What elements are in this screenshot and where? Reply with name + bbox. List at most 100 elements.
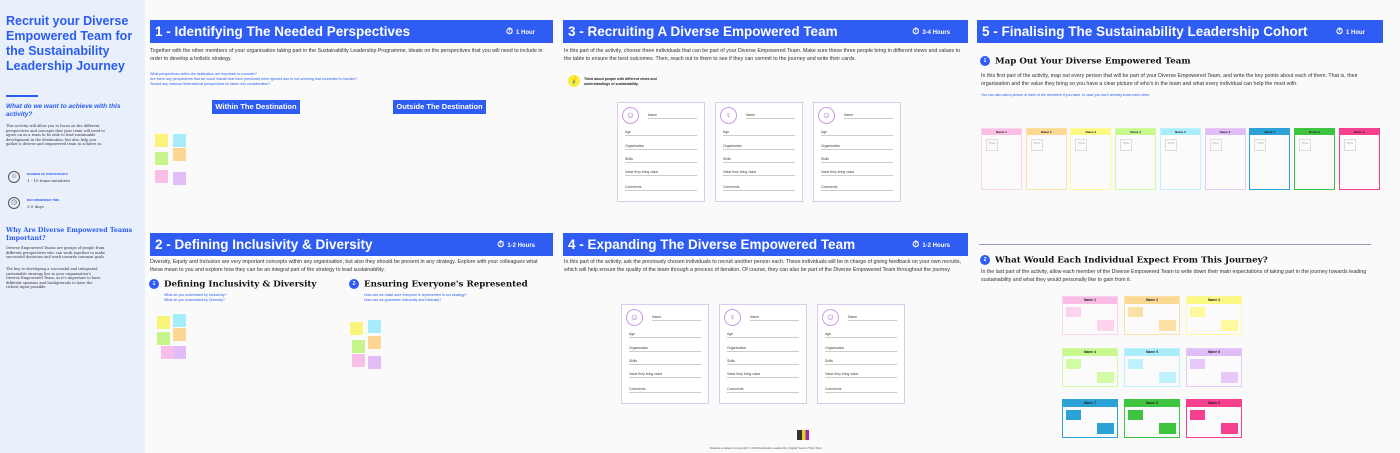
card-field-value[interactable]: Value they bring value [821, 170, 893, 176]
sticky-note[interactable] [173, 314, 186, 327]
sticky-note[interactable] [1221, 371, 1238, 383]
sticky-note[interactable] [1066, 410, 1081, 420]
sticky-note[interactable] [368, 320, 381, 333]
sticky-note[interactable] [1097, 320, 1114, 331]
card-field-value[interactable]: Value they bring value [723, 170, 795, 176]
profile-card[interactable]: ♀ Name Age Organisation Skills Value they bri… [715, 102, 803, 202]
member-card[interactable]: Name 7 Photo [1249, 128, 1291, 190]
sticky-note[interactable] [155, 170, 168, 183]
card-field-age[interactable]: Age [821, 130, 893, 136]
card-field-age[interactable]: Age [727, 332, 799, 338]
sticky-note[interactable] [350, 322, 363, 335]
sticky-note[interactable] [173, 346, 186, 359]
card-field-comments[interactable]: Comments [629, 387, 701, 393]
photo-placeholder[interactable]: Photo [986, 139, 998, 151]
sticky-note[interactable] [1159, 423, 1176, 434]
member-card[interactable]: Name 1 Photo [981, 128, 1022, 190]
card-field-name[interactable]: Name [844, 113, 893, 119]
profile-card[interactable]: ♀ Name Age Organisation Skills Value they bri… [719, 304, 807, 404]
photo-placeholder[interactable]: Photo [1030, 139, 1043, 151]
member-card[interactable]: Name 6 Photo [1204, 128, 1246, 190]
card-field-value[interactable]: Value they bring value [625, 170, 697, 176]
expectation-card[interactable]: Name 5 [1124, 347, 1180, 387]
card-field-name[interactable]: Name [848, 315, 897, 321]
profile-card[interactable]: ☺ Name Age Organisation Skills Value they bri… [813, 102, 901, 202]
card-field-organisation[interactable]: Organisation [723, 144, 795, 150]
expectation-card[interactable]: Name 1 [1062, 296, 1118, 335]
sticky-note[interactable] [173, 328, 186, 341]
card-field-skills[interactable]: Skills [723, 157, 795, 163]
photo-placeholder[interactable]: Photo [1075, 139, 1088, 151]
member-card[interactable]: Name 9 Photo [1338, 128, 1380, 190]
sticky-note[interactable] [1221, 320, 1238, 331]
card-field-age[interactable]: Age [625, 130, 697, 136]
photo-placeholder[interactable]: Photo [1343, 139, 1356, 151]
sticky-note[interactable] [157, 316, 170, 329]
card-field-name[interactable]: Name [750, 315, 799, 321]
card-field-comments[interactable]: Comments [625, 185, 697, 191]
member-card[interactable]: Name 8 Photo [1293, 128, 1335, 190]
within-destination-button[interactable]: Within The Destination [212, 100, 300, 114]
card-field-comments[interactable]: Comments [821, 185, 893, 191]
expectation-card[interactable]: Name 7 [1062, 399, 1118, 438]
member-card[interactable]: Name 5 Photo [1159, 128, 1201, 190]
card-field-organisation[interactable]: Organisation [629, 346, 701, 352]
card-field-value[interactable]: Value they bring value [629, 372, 701, 378]
outside-destination-button[interactable]: Outside The Destination [393, 100, 486, 114]
sticky-note[interactable] [352, 340, 365, 353]
sticky-note[interactable] [157, 332, 170, 345]
sticky-note[interactable] [155, 152, 168, 165]
card-field-value[interactable]: Value they bring value [825, 372, 897, 378]
card-field-organisation[interactable]: Organisation [821, 144, 893, 150]
card-field-organisation[interactable]: Organisation [727, 346, 799, 352]
expectation-card[interactable]: Name 4 [1062, 347, 1118, 387]
sticky-note[interactable] [155, 134, 168, 147]
sticky-note[interactable] [1128, 307, 1143, 317]
expectation-card[interactable]: Name 2 [1124, 296, 1180, 335]
sticky-note[interactable] [1221, 423, 1238, 434]
card-field-comments[interactable]: Comments [727, 387, 799, 393]
card-field-skills[interactable]: Skills [629, 359, 701, 365]
card-field-name[interactable]: Name [746, 113, 795, 119]
sticky-note[interactable] [1159, 320, 1176, 331]
card-field-name[interactable]: Name [652, 315, 701, 321]
photo-placeholder[interactable]: Photo [1164, 139, 1177, 151]
sticky-note[interactable] [1066, 307, 1081, 317]
photo-placeholder[interactable]: Photo [1120, 139, 1133, 151]
expectation-card[interactable]: Name 9 [1186, 399, 1242, 438]
sticky-note[interactable] [1128, 358, 1143, 369]
sticky-note[interactable] [1066, 358, 1081, 369]
sticky-note[interactable] [368, 336, 381, 349]
sticky-note[interactable] [1128, 410, 1143, 420]
card-field-skills[interactable]: Skills [825, 359, 897, 365]
profile-card[interactable]: ☺ Name Age Organisation Skills Value they bri… [817, 304, 905, 404]
member-card[interactable]: Name 2 Photo [1025, 128, 1067, 190]
card-field-comments[interactable]: Comments [723, 185, 795, 191]
sticky-note[interactable] [1097, 423, 1114, 434]
sticky-note[interactable] [1190, 410, 1205, 420]
sticky-note[interactable] [173, 148, 186, 161]
card-field-skills[interactable]: Skills [821, 157, 893, 163]
card-field-name[interactable]: Name [648, 113, 697, 119]
sticky-note[interactable] [173, 172, 186, 185]
sticky-note[interactable] [1159, 371, 1176, 383]
card-field-skills[interactable]: Skills [727, 359, 799, 365]
sticky-note[interactable] [1097, 371, 1114, 383]
profile-card[interactable]: ☺ Name Age Organisation Skills Value they bri… [621, 304, 709, 404]
profile-card[interactable]: ☺ Name Age Organisation Skills Value they bri… [617, 102, 705, 202]
sticky-note[interactable] [173, 134, 186, 147]
member-card[interactable]: Name 4 Photo [1115, 128, 1157, 190]
card-field-age[interactable]: Age [825, 332, 897, 338]
card-field-age[interactable]: Age [629, 332, 701, 338]
sticky-note[interactable] [352, 354, 365, 367]
card-field-organisation[interactable]: Organisation [825, 346, 897, 352]
photo-placeholder[interactable]: Photo [1209, 139, 1222, 151]
photo-placeholder[interactable]: Photo [1298, 139, 1311, 151]
expectation-card[interactable]: Name 8 [1124, 399, 1180, 438]
photo-placeholder[interactable]: Photo [1254, 139, 1267, 151]
member-card[interactable]: Name 3 Photo [1070, 128, 1112, 190]
sticky-note[interactable] [1190, 358, 1205, 369]
card-field-skills[interactable]: Skills [625, 157, 697, 163]
card-field-age[interactable]: Age [723, 130, 795, 136]
sticky-note[interactable] [368, 356, 381, 369]
